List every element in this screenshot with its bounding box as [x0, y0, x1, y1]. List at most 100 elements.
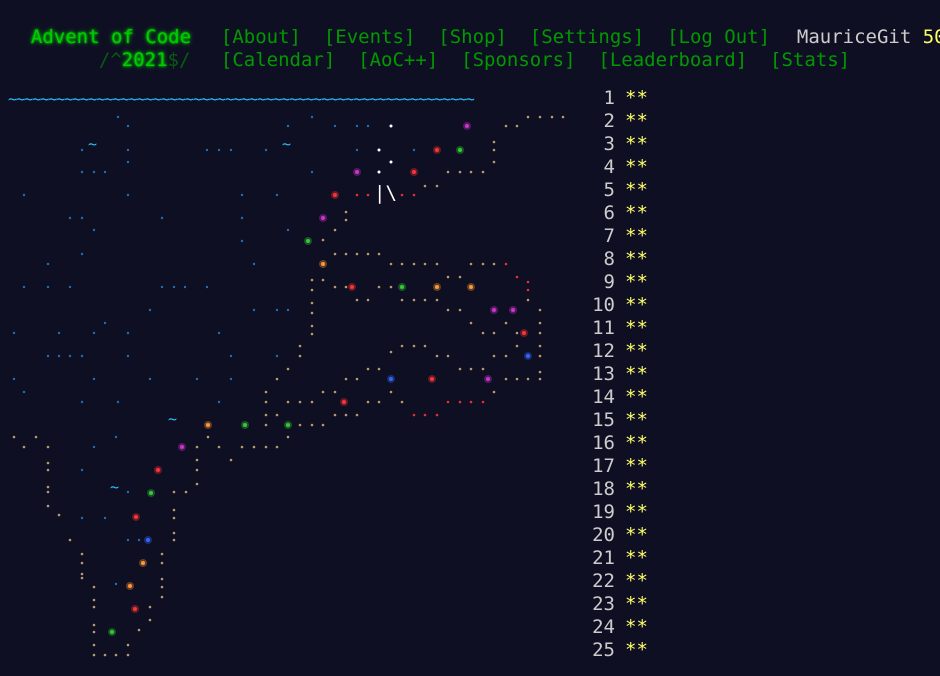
island-rock — [310, 423, 314, 427]
light-bulb — [243, 423, 247, 427]
ocean-speck — [240, 193, 244, 197]
island-rock — [389, 262, 393, 266]
wave-glyph: ~ — [110, 478, 119, 496]
island-rock — [435, 298, 439, 302]
light-bulb — [321, 262, 325, 266]
ocean-speck — [286, 124, 290, 128]
island-rock — [423, 344, 427, 348]
island-rock — [310, 400, 314, 404]
calendar-day-18[interactable]: 18 ** — [585, 478, 648, 501]
island-rock — [148, 605, 152, 609]
ocean-speck — [12, 331, 16, 335]
island-rock — [504, 354, 508, 358]
calendar-day-25[interactable]: 25 ** — [585, 639, 648, 662]
calendar-day-6[interactable]: 6 ** — [585, 202, 648, 225]
ocean-speck — [68, 216, 72, 220]
island-rock — [355, 413, 359, 417]
nav-stats-link[interactable]: [Stats] — [770, 49, 850, 71]
island-rock — [526, 298, 530, 302]
ocean-speck — [116, 400, 120, 404]
light-bulb — [342, 400, 346, 404]
calendar-day-19[interactable]: 19 ** — [585, 501, 648, 524]
island-rock — [389, 285, 393, 289]
calendar-day-22[interactable]: 22 ** — [585, 570, 648, 593]
nav-leaderboard-link[interactable]: [Leaderboard] — [598, 49, 747, 71]
island-rock — [126, 643, 130, 647]
calendar-art: ~ ~ ~ ~ |\ — [12, 115, 565, 657]
island-rock — [217, 445, 221, 449]
light-bulb — [321, 216, 325, 220]
ocean-speck — [195, 377, 199, 381]
island-rock — [333, 228, 337, 232]
calendar-day-1[interactable]: 1 ** — [585, 87, 648, 110]
calendar-day-11[interactable]: 11 ** — [585, 317, 648, 340]
island-rock — [469, 321, 473, 325]
island-rock — [550, 115, 554, 119]
light-bulb — [286, 423, 290, 427]
ocean-speck — [114, 435, 118, 439]
calendar-day-7[interactable]: 7 ** — [585, 225, 648, 248]
calendar-day-24[interactable]: 24 ** — [585, 616, 648, 639]
island-rock — [423, 262, 427, 266]
island-rock — [333, 413, 337, 417]
ocean-speck — [22, 390, 26, 394]
light-bulb — [156, 468, 160, 472]
ocean-speck — [22, 285, 26, 289]
calendar-day-8[interactable]: 8 ** — [585, 248, 648, 271]
calendar-day-list: 1 ** 2 ** 3 ** 4 ** 5 ** 6 ** 7 ** 8 ** 9 ** 10 **… — [585, 87, 648, 662]
island-rock — [446, 170, 450, 174]
island-rock — [412, 262, 416, 266]
island-rock — [286, 400, 290, 404]
ocean-speck — [92, 170, 96, 174]
white-mark — [377, 148, 381, 152]
calendar-day-12[interactable]: 12 ** — [585, 340, 648, 363]
ocean-speck — [116, 115, 120, 119]
ocean-speck — [366, 124, 370, 128]
island-rock — [344, 218, 348, 222]
calendar-day-3[interactable]: 3 ** — [585, 133, 648, 156]
ocean-speck — [310, 170, 314, 174]
island-rock — [160, 552, 164, 556]
ocean-speck — [217, 331, 221, 335]
island-rock — [515, 331, 519, 335]
calendar-day-13[interactable]: 13 ** — [585, 363, 648, 386]
calendar-day-14[interactable]: 14 ** — [585, 386, 648, 409]
calendar-day-2[interactable]: 2 ** — [585, 110, 648, 133]
calendar-day-4[interactable]: 4 ** — [585, 156, 648, 179]
calendar-day-16[interactable]: 16 ** — [585, 432, 648, 455]
light-bulb — [412, 170, 416, 174]
island-rock — [92, 605, 96, 609]
island-rock — [92, 598, 96, 602]
calendar-day-23[interactable]: 23 ** — [585, 593, 648, 616]
calendar-day-5[interactable]: 5 ** — [585, 179, 648, 202]
red-path — [423, 413, 427, 417]
ocean-speck — [46, 354, 50, 358]
red-path — [412, 193, 416, 197]
island-rock — [298, 423, 302, 427]
calendar-day-10[interactable]: 10 ** — [585, 294, 648, 317]
ocean-speck — [126, 193, 130, 197]
island-rock — [264, 390, 268, 394]
island-rock — [57, 513, 61, 517]
calendar-day-17[interactable]: 17 ** — [585, 455, 648, 478]
ocean-speck — [80, 516, 84, 520]
island-rock — [400, 344, 404, 348]
island-rock — [46, 485, 50, 489]
island-rock — [195, 458, 199, 462]
island-rock — [538, 370, 542, 374]
ocean-speck — [80, 468, 84, 472]
ocean-speck — [264, 148, 268, 152]
ocean-speck — [137, 538, 141, 542]
calendar-day-21[interactable]: 21 ** — [585, 547, 648, 570]
light-bulb — [206, 423, 210, 427]
ocean-speck — [46, 285, 50, 289]
island-rock — [538, 308, 542, 312]
ocean-speck — [80, 252, 84, 256]
calendar-day-20[interactable]: 20 ** — [585, 524, 648, 547]
calendar-day-9[interactable]: 9 ** — [585, 271, 648, 294]
light-bulb — [435, 285, 439, 289]
ocean-speck — [183, 285, 187, 289]
ocean-speck — [68, 354, 72, 358]
ocean-speck — [103, 170, 107, 174]
calendar-day-15[interactable]: 15 ** — [585, 409, 648, 432]
